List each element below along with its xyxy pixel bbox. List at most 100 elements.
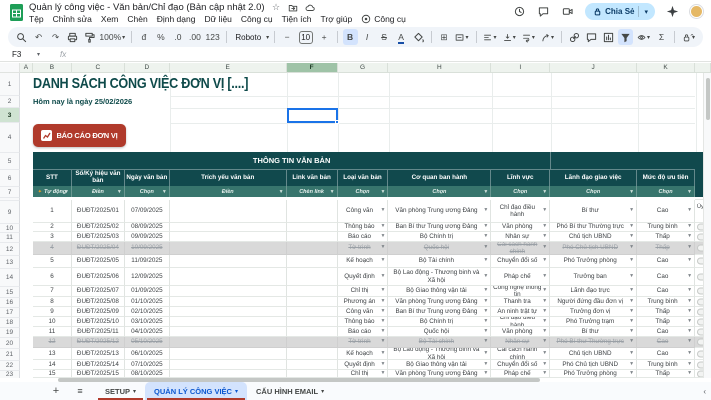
cell-mucdo-row7[interactable]: Cao▼ [637, 286, 695, 297]
cell-link-row8[interactable] [287, 297, 338, 307]
cell-mucdo-row4[interactable]: Thấp▼ [637, 242, 695, 255]
cell-trich-row1[interactable] [170, 200, 287, 223]
undo-icon[interactable]: ↶ [31, 29, 46, 45]
cell-linhvuc-row1[interactable]: Chỉ đạo điều hành▼ [491, 200, 550, 223]
cell-lanhdao-row7[interactable]: Lãnh đạo trực▼ [550, 286, 637, 297]
cell-link-row6[interactable] [287, 268, 338, 286]
cell-coquan-row11[interactable]: Quốc hội▼ [388, 327, 491, 337]
borders-icon[interactable]: ⊞ [436, 29, 451, 45]
cell-mucdo-row1[interactable]: Cao▼ [637, 200, 695, 223]
cell-ngay-row9[interactable]: 02/10/2025 [125, 307, 170, 317]
row-header-11[interactable]: 11 [0, 233, 20, 243]
namebox-caret-icon[interactable]: ▾ [37, 51, 40, 58]
column-header-E[interactable]: E [170, 63, 287, 73]
horizontal-align-icon[interactable]: ▾ [481, 29, 498, 45]
cell-stt-row1[interactable]: 1 [33, 200, 72, 223]
report-button[interactable]: BÁO CÁO ĐƠN VỊ [33, 124, 126, 147]
cell-so-row11[interactable]: ĐUĐT/2025/11 [72, 327, 125, 337]
cell-mucdo-row2[interactable]: Trung bình▼ [637, 223, 695, 232]
cell-mucdo-row3[interactable]: Thấp▼ [637, 232, 695, 242]
cell-stt-row5[interactable]: 5 [33, 255, 72, 268]
filter-trich[interactable]: Điền▼ [170, 186, 287, 197]
text-rotate-icon[interactable]: ▾ [539, 29, 556, 45]
row-header-18[interactable]: 18 [0, 318, 20, 328]
cell-trich-row7[interactable] [170, 286, 287, 297]
sheet-tab-3[interactable]: CẤU HÌNH EMAIL▾ [247, 382, 333, 400]
row-header-13[interactable]: 13 [0, 256, 20, 269]
column-header-A[interactable]: A [20, 63, 33, 73]
cell-ngay-row13[interactable]: 06/10/2025 [125, 348, 170, 360]
column-header-K[interactable]: K [637, 63, 695, 73]
filter-link[interactable]: Chèn link▼ [287, 186, 338, 197]
more-formats-icon[interactable]: 123 [204, 29, 220, 45]
row-header-23[interactable]: 23 [0, 371, 20, 378]
cell-trich-row10[interactable] [170, 317, 287, 327]
cell-coquan-row4[interactable]: Quốc hội▼ [388, 242, 491, 255]
menu-4[interactable]: Chèn [127, 14, 147, 24]
menu-7[interactable]: Công cụ [241, 14, 273, 24]
increase-font-icon[interactable]: + [317, 29, 332, 45]
cell-linhvuc-row14[interactable]: Chuyển đổi số▼ [491, 360, 550, 370]
cell-linhvuc-row15[interactable]: Pháp chế▼ [491, 370, 550, 378]
cell-loai-row5[interactable]: Kế hoạch▼ [338, 255, 389, 268]
cell-loai-row11[interactable]: Báo cáo▼ [338, 327, 389, 337]
cell-so-row6[interactable]: ĐUĐT/2025/06 [72, 268, 125, 286]
column-header-G[interactable]: G [338, 63, 389, 73]
avatar[interactable] [690, 5, 703, 18]
cell-loai-row7[interactable]: Chỉ thị▼ [338, 286, 389, 297]
cell-coquan-row8[interactable]: Văn phòng Trung ương Đảng▼ [388, 297, 491, 307]
cell-coquan-row15[interactable]: Văn phòng Trung ương Đảng▼ [388, 370, 491, 378]
decrease-font-icon[interactable]: − [280, 29, 295, 45]
cell-lanhdao-row15[interactable]: Phó Trưởng phòng▼ [550, 370, 637, 378]
cell-ngay-row4[interactable]: 10/09/2025 [125, 242, 170, 255]
meet-presentation-icon[interactable] [561, 5, 574, 18]
cell-link-row10[interactable] [287, 317, 338, 327]
filter-linhvuc[interactable]: Chọn▼ [491, 186, 550, 197]
row-header-17[interactable]: 17 [0, 308, 20, 318]
cell-mucdo-row10[interactable]: Thấp▼ [637, 317, 695, 327]
cell-coquan-row2[interactable]: Ban Bí thư Trung ương Đảng▼ [388, 223, 491, 232]
increase-decimal-icon[interactable]: .00 [187, 29, 202, 45]
cell-lanhdao-row10[interactable]: Phó Trưởng trạm▼ [550, 317, 637, 327]
select-all-corner[interactable] [0, 63, 20, 73]
cell-lanhdao-row5[interactable]: Phó Trưởng phòng▼ [550, 255, 637, 268]
filter-mucdo[interactable]: Chọn▼ [637, 186, 695, 197]
cell-ngay-row14[interactable]: 07/10/2025 [125, 360, 170, 370]
column-header-D[interactable]: D [125, 63, 170, 73]
cell-coquan-row1[interactable]: Văn phòng Trung ương Đảng▼ [388, 200, 491, 223]
menu-2[interactable]: Chỉnh sửa [53, 14, 92, 24]
cell-link-row3[interactable] [287, 232, 338, 242]
version-history-icon[interactable] [513, 5, 526, 18]
cell-stt-row10[interactable]: 10 [33, 317, 72, 327]
fill-color-icon[interactable] [411, 29, 426, 45]
cell-coquan-row10[interactable]: Bộ Chính trị▼ [388, 317, 491, 327]
cell-stt-row11[interactable]: 11 [33, 327, 72, 337]
cell-so-row13[interactable]: ĐUĐT/2025/13 [72, 348, 125, 360]
cell-ngay-row2[interactable]: 08/09/2025 [125, 223, 170, 232]
row-header-10[interactable]: 10 [0, 224, 20, 233]
bold-icon[interactable]: B [343, 29, 358, 45]
cell-ngay-row10[interactable]: 03/10/2025 [125, 317, 170, 327]
cell-linhvuc-row8[interactable]: Thanh tra▼ [491, 297, 550, 307]
menu-6[interactable]: Dữ liệu [204, 14, 231, 24]
cell-so-row12[interactable]: ĐUĐT/2025/12 [72, 337, 125, 348]
cell-mucdo-row11[interactable]: Cao▼ [637, 327, 695, 337]
sheets-logo-icon[interactable] [10, 4, 23, 21]
cell-lanhdao-row9[interactable]: Trưởng đơn vị▼ [550, 307, 637, 317]
row-header-5[interactable]: 5 [0, 153, 20, 170]
redo-icon[interactable]: ↷ [48, 29, 63, 45]
cell-ngay-row5[interactable]: 11/09/2025 [125, 255, 170, 268]
cell-linhvuc-row4[interactable]: Cải cách hành chính▼ [491, 242, 550, 255]
cell-loai-row9[interactable]: Công văn▼ [338, 307, 389, 317]
cell-coquan-row5[interactable]: Bộ Tài chính▼ [388, 255, 491, 268]
move-folder-icon[interactable] [288, 2, 299, 13]
cell-ngay-row3[interactable]: 09/09/2025 [125, 232, 170, 242]
cell-link-row11[interactable] [287, 327, 338, 337]
cell-coquan-row13[interactable]: Bộ Lao động - Thương binh và Xã hội▼ [388, 348, 491, 360]
cell-loai-row13[interactable]: Kế hoạch▼ [338, 348, 389, 360]
vertical-align-icon[interactable]: ▾ [501, 29, 518, 45]
fill-handle[interactable] [335, 120, 339, 124]
cell-trich-row6[interactable] [170, 268, 287, 286]
comment-history-icon[interactable] [537, 5, 550, 18]
cell-coquan-row12[interactable]: Bộ Tài chính▼ [388, 337, 491, 348]
